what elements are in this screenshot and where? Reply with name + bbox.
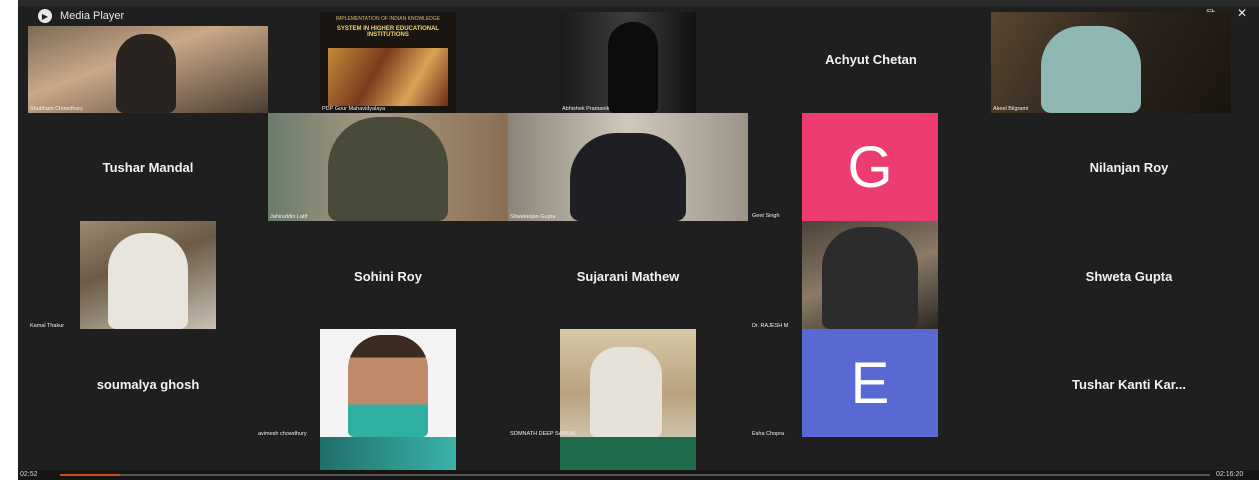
participant-video [108,233,188,329]
participant-caption: Kamal Thakur [30,323,65,329]
participant-caption: Dr. RAJESH M [752,323,789,329]
participant-caption: Shubham Chowdhury [30,106,83,112]
participant-video [822,227,918,329]
participant-name-tile[interactable]: Sohini Roy [313,261,463,291]
seek-progress [60,474,120,476]
participant-video [1041,26,1141,113]
avatar-letter: G [847,134,893,200]
video-tile[interactable]: Shubham Chowdhury [28,26,268,113]
participant-video [608,22,658,113]
avatar-letter: E [850,350,890,416]
participant-video [570,133,686,221]
participant-caption: Shwetanjan Gupta [510,214,556,220]
participant-video [116,34,176,113]
media-player-window: ▶ Media Player – ⧉ ✕ Shubham Chowdhury I… [18,0,1259,480]
window-title: Media Player [60,10,125,22]
video-tile[interactable]: Akeel Bilgrami [991,12,1231,113]
participant-name-tile[interactable]: Tushar Kanti Kar... [1044,369,1214,399]
video-tile[interactable] [320,437,456,470]
video-tile[interactable] [560,437,696,470]
participant-caption: Abhishek Pramanik [562,106,610,112]
video-tile[interactable] [560,329,696,437]
participant-video [590,347,662,437]
participant-caption: Akeel Bilgrami [993,106,1029,112]
close-button[interactable]: ✕ [1237,6,1247,21]
video-tile[interactable] [802,221,938,329]
participant-video [348,335,428,437]
seek-bar[interactable] [60,474,1210,476]
participant-name-tile[interactable]: Achyut Chetan [796,44,946,74]
avatar-tile[interactable]: G [802,113,938,221]
participant-name-tile[interactable]: soumalya ghosh [73,369,223,399]
video-tile[interactable]: Shwetanjan Gupta [508,113,748,221]
slide-title-line-1: IMPLEMENTATION OF INDIAN KNOWLEDGE [335,16,441,22]
participant-name-tile[interactable]: Shweta Gupta [1054,261,1204,291]
participant-caption: Jahiruddin Latif [270,214,308,220]
video-tile[interactable] [320,329,456,437]
participant-caption: avimesh chowdhury [258,431,307,437]
video-tile[interactable] [80,221,216,329]
participant-name-tile[interactable]: Sujarani Mathew [553,261,703,291]
participant-video [328,117,448,221]
video-tile[interactable]: Jahiruddin Latif [268,113,508,221]
participant-name-tile[interactable]: Tushar Mandal [73,152,223,182]
participant-caption: Esha Chopra [752,431,785,437]
total-time: 02:16:20 [1216,471,1244,478]
participant-caption: Geet Singh [752,213,780,219]
avatar-tile[interactable]: E [802,329,938,437]
slide-image [328,48,448,106]
participant-caption: PDP Gour Mahavidyalaya [322,106,386,112]
screen-share-tile[interactable]: IMPLEMENTATION OF INDIAN KNOWLEDGE SYSTE… [320,12,456,113]
participant-name-tile[interactable]: Nilanjan Roy [1054,152,1204,182]
slide-title-line-2: SYSTEM IN HIGHER EDUCATIONAL INSTITUTION… [336,26,440,38]
elapsed-time: 02:52 [20,471,38,478]
play-icon: ▶ [38,9,52,23]
video-tile[interactable]: Abhishek Pramanik [560,12,696,113]
